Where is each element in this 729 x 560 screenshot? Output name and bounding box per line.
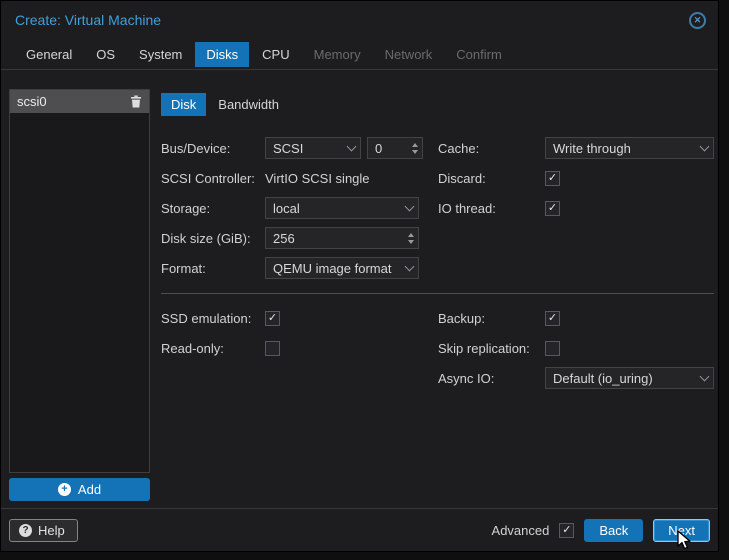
form-advanced-left-column: SSD emulation: ✓ Read-only:	[161, 303, 433, 363]
async-io-label: Async IO:	[438, 370, 495, 386]
async-io-select-value: Default (io_uring)	[553, 370, 653, 386]
chevron-down-icon	[400, 198, 418, 218]
help-button[interactable]: ? Help	[9, 518, 78, 542]
bus-select-value: SCSI	[273, 140, 304, 156]
tab-network: Network	[384, 46, 433, 62]
disk-subtab-bar: Disk Bandwidth	[161, 93, 289, 116]
subtab-disk[interactable]: Disk	[161, 93, 207, 116]
io-thread-label: IO thread:	[438, 200, 496, 216]
chevron-down-icon	[400, 258, 418, 278]
tab-os[interactable]: OS	[85, 42, 126, 67]
add-disk-label: Add	[77, 482, 102, 497]
dialog-footer: ? Help Advanced ✓ Back Next	[1, 508, 718, 551]
footer-actions: Advanced ✓ Back Next	[491, 518, 710, 542]
subtab-bandwidth[interactable]: Bandwidth	[208, 93, 289, 116]
cache-select[interactable]: Write through	[545, 137, 714, 159]
check-icon: ✓	[547, 171, 558, 184]
cache-label: Cache:	[438, 140, 480, 156]
form-left-column: Bus/Device: SCSI 0 SCSI Controller: Virt…	[161, 133, 433, 283]
check-icon: ✓	[267, 311, 278, 324]
read-only-checkbox[interactable]	[265, 340, 280, 356]
async-io-select[interactable]: Default (io_uring)	[545, 367, 714, 389]
read-only-label: Read-only:	[161, 340, 224, 356]
advanced-checkbox[interactable]: ✓	[559, 522, 575, 538]
form-right-column: Cache: Write through Discard: ✓ IO threa…	[438, 133, 716, 223]
next-button[interactable]: Next	[653, 518, 710, 542]
disk-item-label: scsi0	[17, 94, 47, 109]
device-number-input[interactable]: 0	[367, 137, 423, 159]
tab-memory: Memory	[313, 46, 361, 62]
disk-list-panel: scsi0	[9, 89, 150, 473]
spinner-arrows-icon[interactable]	[407, 138, 422, 158]
tab-disks[interactable]: Disks	[195, 41, 250, 67]
io-thread-checkbox[interactable]: ✓	[545, 200, 560, 216]
storage-label: Storage:	[161, 200, 211, 216]
form-advanced-right-column: Backup: ✓ Skip replication: Async IO: De…	[438, 303, 716, 393]
tab-general[interactable]: General	[15, 42, 83, 67]
ssd-emulation-label: SSD emulation:	[161, 310, 252, 326]
check-icon: ✓	[562, 523, 572, 536]
plus-icon: +	[57, 483, 71, 496]
chevron-down-icon	[695, 368, 713, 388]
skip-replication-checkbox[interactable]	[545, 340, 560, 356]
tab-cpu[interactable]: CPU	[251, 42, 300, 67]
tab-system[interactable]: System	[128, 42, 193, 67]
bus-device-label: Bus/Device:	[161, 140, 231, 156]
storage-select-value: local	[273, 200, 300, 216]
backup-label: Backup:	[438, 310, 485, 326]
disk-list-item-scsi0[interactable]: scsi0	[10, 90, 149, 113]
check-icon: ✓	[547, 201, 558, 214]
backup-checkbox[interactable]: ✓	[545, 310, 560, 326]
scsi-controller-value: VirtIO SCSI single	[265, 170, 370, 186]
chevron-down-icon	[342, 138, 360, 158]
chevron-down-icon	[695, 138, 713, 158]
dialog-title: Create: Virtual Machine	[15, 12, 162, 28]
create-vm-dialog: Create: Virtual Machine ✕ General OS Sys…	[0, 0, 719, 552]
disk-size-label: Disk size (GiB):	[161, 230, 251, 246]
tab-bar: General OS System Disks CPU Memory Netwo…	[1, 39, 718, 70]
help-button-label: Help	[38, 522, 65, 538]
title-bar: Create: Virtual Machine ✕	[1, 1, 718, 39]
discard-checkbox[interactable]: ✓	[545, 170, 560, 186]
disk-size-value: 256	[273, 230, 295, 246]
device-number-value: 0	[375, 140, 383, 156]
tab-confirm: Confirm	[456, 46, 502, 62]
trash-icon[interactable]	[130, 95, 142, 108]
cache-select-value: Write through	[553, 140, 631, 156]
section-divider	[161, 293, 714, 294]
discard-label: Discard:	[438, 170, 486, 186]
back-button[interactable]: Back	[584, 518, 644, 542]
storage-select[interactable]: local	[265, 197, 419, 219]
close-icon[interactable]: ✕	[689, 11, 706, 29]
scsi-controller-label: SCSI Controller:	[161, 170, 255, 186]
help-icon: ?	[19, 523, 32, 537]
advanced-label: Advanced	[491, 522, 550, 538]
skip-replication-label: Skip replication:	[438, 340, 530, 356]
format-select-value: QEMU image format	[273, 260, 392, 276]
spinner-arrows-icon[interactable]	[403, 228, 418, 248]
format-label: Format:	[161, 260, 206, 276]
check-icon: ✓	[547, 311, 558, 324]
screen-background: Create: Virtual Machine ✕ General OS Sys…	[0, 0, 729, 560]
ssd-emulation-checkbox[interactable]: ✓	[265, 310, 280, 326]
bus-select[interactable]: SCSI	[265, 137, 361, 159]
disk-size-input[interactable]: 256	[265, 227, 419, 249]
add-disk-button[interactable]: + Add	[9, 478, 150, 501]
format-select[interactable]: QEMU image format	[265, 257, 419, 279]
